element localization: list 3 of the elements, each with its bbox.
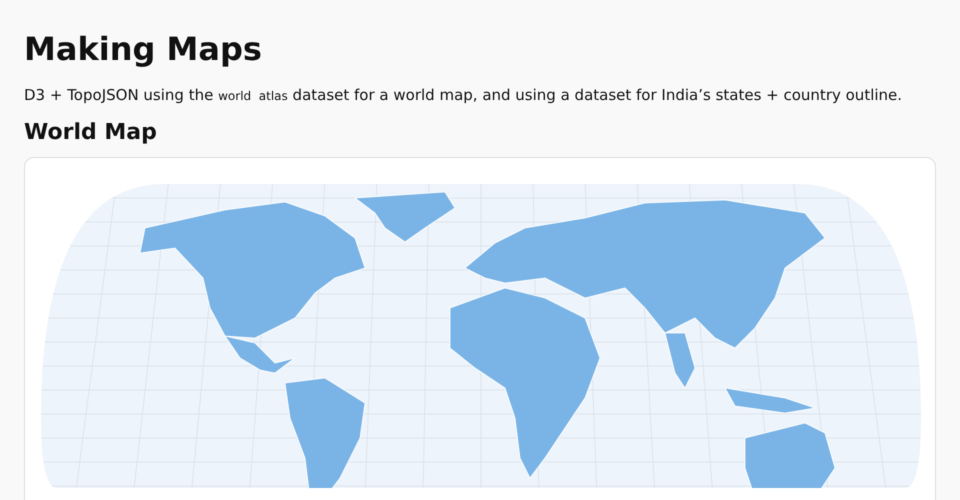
page-title: Making Maps — [24, 30, 263, 68]
section-heading: World Map — [24, 120, 158, 145]
intro-text: D3 + TopoJSON using the world atlas dataset for a world map, and using a dataset for India’s states + country outline. — [24, 86, 902, 104]
